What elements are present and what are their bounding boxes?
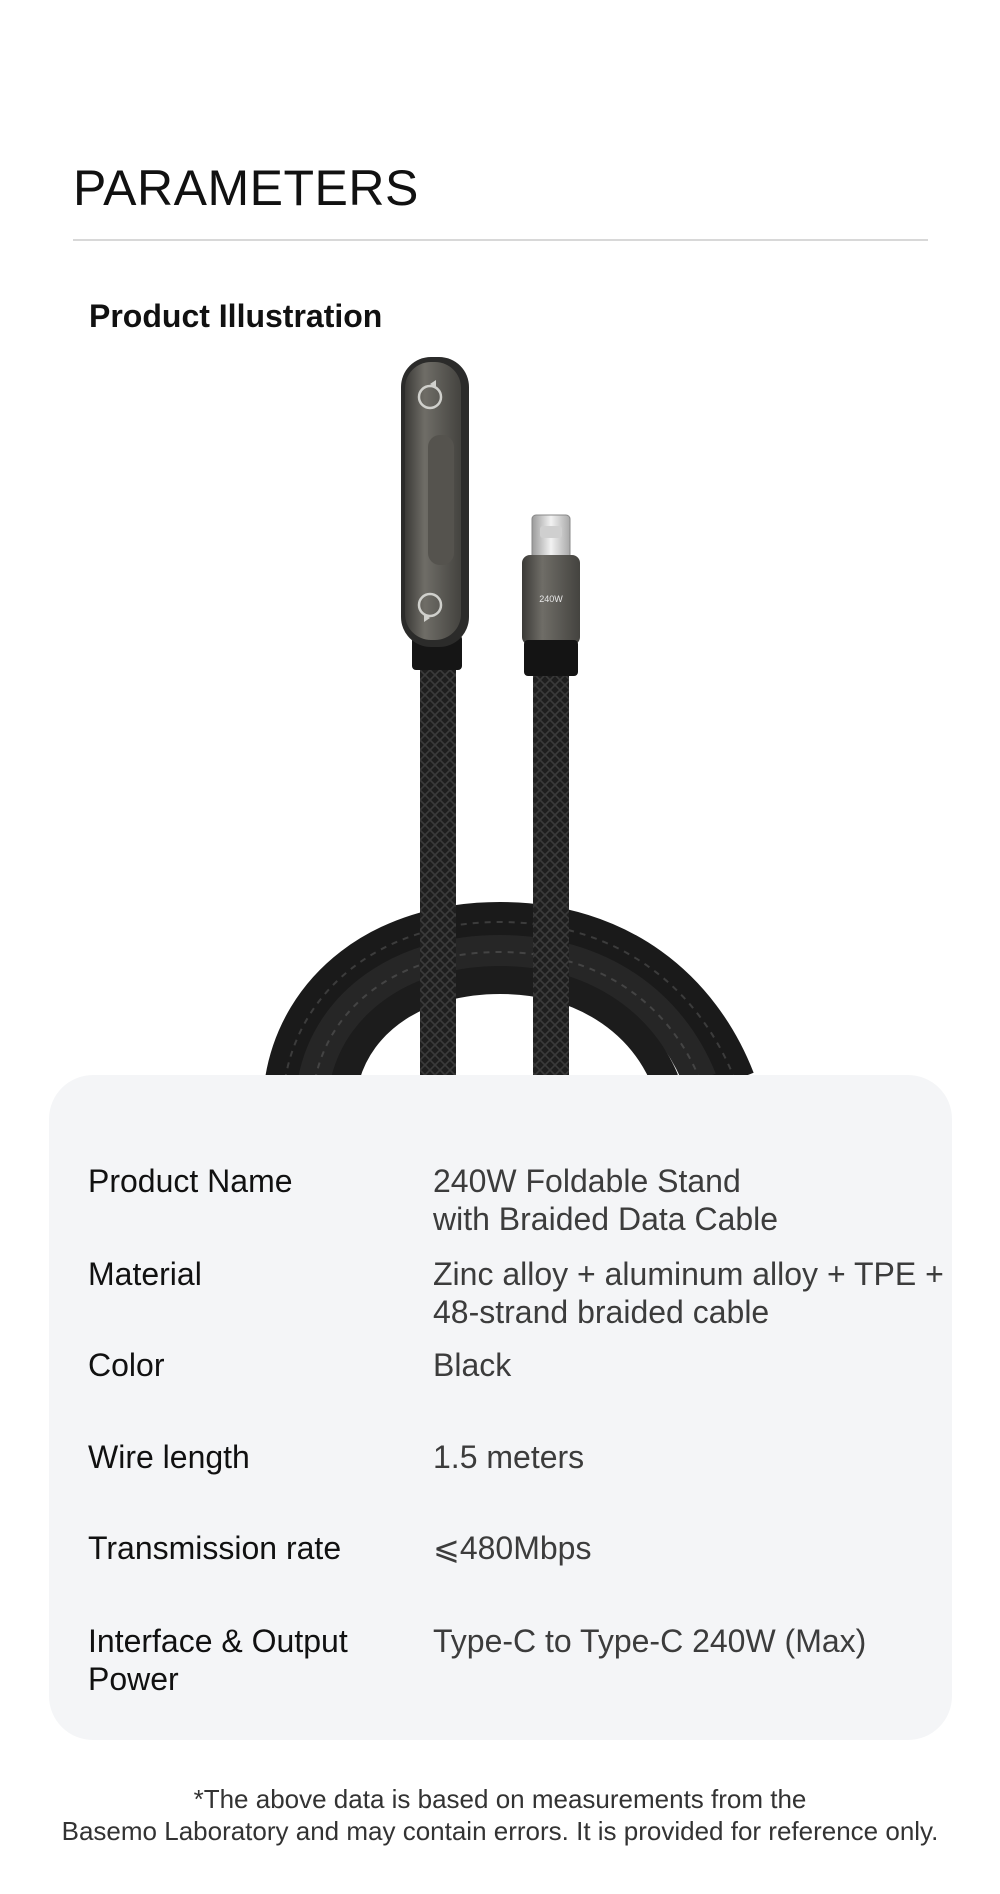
spec-value: 240W Foldable Stand with Braided Data Ca… [433, 1162, 953, 1238]
spec-label: Color [88, 1347, 165, 1383]
spec-label: Product Name [88, 1163, 293, 1199]
spec-value: Zinc alloy + aluminum alloy + TPE + 48-s… [433, 1255, 953, 1331]
spec-label-line: Power [88, 1661, 179, 1697]
footnote-line: *The above data is based on measurements… [193, 1784, 807, 1814]
spec-value: ⩽480Mbps [433, 1530, 592, 1566]
right-cable [533, 670, 569, 1080]
footnote-line: Basemo Laboratory and may contain errors… [61, 1816, 939, 1846]
spec-value-line: with Braided Data Cable [433, 1201, 779, 1237]
page-title: PARAMETERS [73, 160, 419, 216]
disclaimer-footnote: *The above data is based on measurements… [0, 1783, 1000, 1847]
product-illustration: 240W [0, 340, 1000, 1088]
usb-c-connector: 240W [522, 514, 580, 676]
spec-label: Interface & Output Power [88, 1622, 378, 1698]
title-divider [73, 239, 928, 241]
spec-label: Transmission rate [88, 1530, 342, 1566]
spec-value-line: 48-strand braided cable [433, 1294, 770, 1330]
connector-label: 240W [539, 594, 563, 604]
spec-value-line: Zinc alloy + aluminum alloy + TPE + [433, 1256, 944, 1292]
spec-label: Wire length [88, 1439, 250, 1475]
spec-label-line: Interface & Output [88, 1623, 348, 1659]
left-cable [420, 658, 456, 1080]
section-subtitle: Product Illustration [89, 298, 383, 334]
spec-value: Black [433, 1347, 512, 1383]
spec-label: Material [88, 1256, 202, 1292]
spec-panel: Product Name 240W Foldable Stand with Br… [49, 1075, 952, 1740]
foldable-stand-connector [401, 357, 469, 670]
spec-value-line: 240W Foldable Stand [433, 1163, 741, 1199]
spec-value: 1.5 meters [433, 1439, 585, 1475]
cable-coil [265, 901, 754, 1088]
spec-value: Type-C to Type-C 240W (Max) [433, 1623, 867, 1659]
cable-illustration: 240W [265, 357, 754, 1088]
